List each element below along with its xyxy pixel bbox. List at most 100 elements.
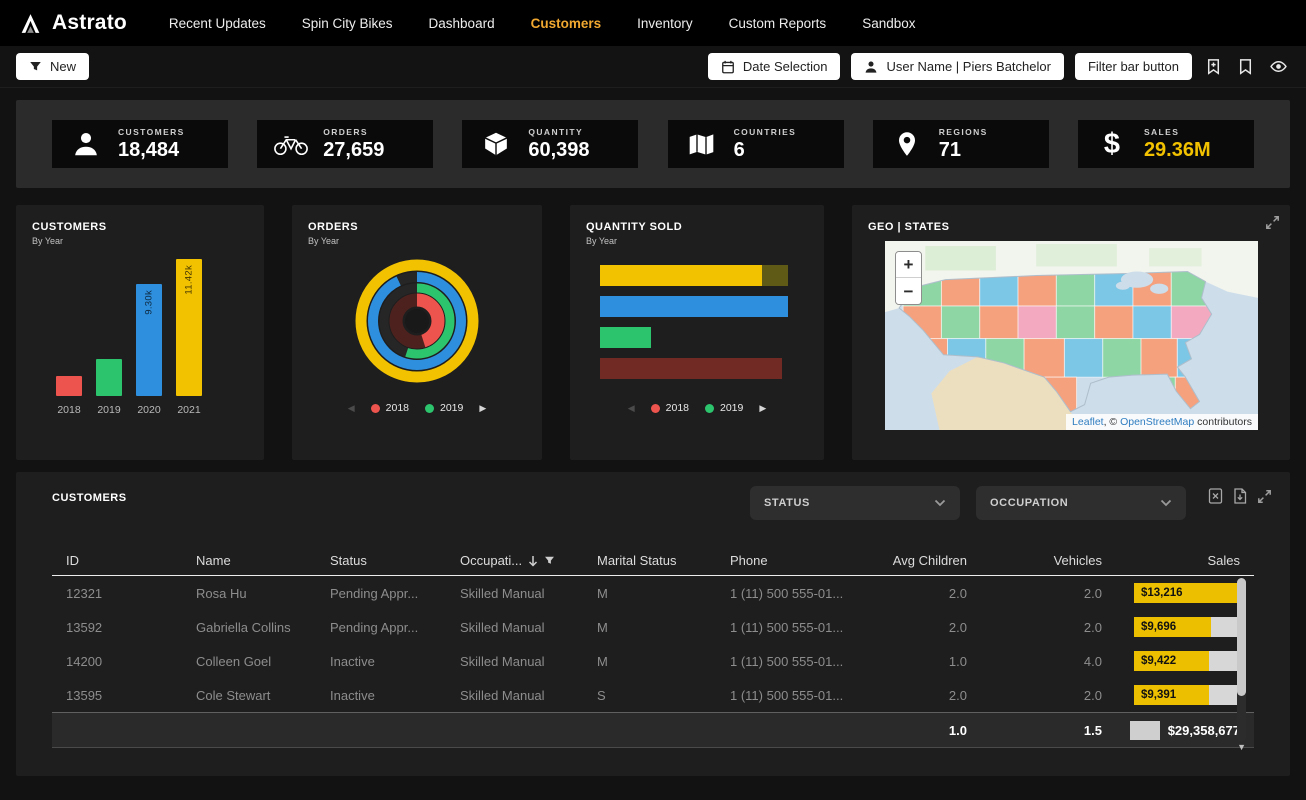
kpi-label: QUANTITY xyxy=(528,127,589,137)
bar-2019[interactable]: 2019 xyxy=(96,242,122,416)
bookmark-add-button[interactable] xyxy=(1203,56,1224,77)
nav-sandbox[interactable]: Sandbox xyxy=(862,16,915,31)
date-selection-button[interactable]: Date Selection xyxy=(708,53,841,80)
bar-2018[interactable]: 2018 xyxy=(56,242,82,416)
legend-next-arrow[interactable]: ▶ xyxy=(759,403,766,414)
kpi-orders[interactable]: ORDERS 27,659 xyxy=(257,120,433,168)
new-filter-button[interactable]: New xyxy=(16,53,89,80)
x-axis-label: 2021 xyxy=(177,404,200,416)
cell-occupation: Skilled Manual xyxy=(460,586,597,601)
kpi-countries[interactable]: COUNTRIES 6 xyxy=(668,120,844,168)
zoom-out-button[interactable]: − xyxy=(896,278,921,304)
export-excel-button[interactable] xyxy=(1208,488,1223,504)
hbar-2021[interactable] xyxy=(600,265,788,286)
filter-bar-button[interactable]: Filter bar button xyxy=(1075,53,1192,80)
kpi-regions[interactable]: REGIONS 71 xyxy=(873,120,1049,168)
table-row[interactable]: 12321Rosa HuPending Appr...Skilled Manua… xyxy=(52,576,1254,610)
leaflet-link[interactable]: Leaflet xyxy=(1072,416,1104,428)
brand[interactable]: Astrato xyxy=(18,11,127,36)
totals-sales: $29,358,677 xyxy=(1102,721,1254,740)
legend-item-2019[interactable]: 2019 xyxy=(705,402,743,414)
legend-dot xyxy=(371,404,380,413)
kpi-value: 29.36M xyxy=(1144,139,1211,162)
cell-sales: $9,696 xyxy=(1102,617,1254,637)
legend-item-2018[interactable]: 2018 xyxy=(371,402,409,414)
col-id[interactable]: ID xyxy=(52,553,196,568)
bar-2020[interactable]: 9.30k 2020 xyxy=(136,242,162,416)
nav-customers[interactable]: Customers xyxy=(531,16,602,31)
cell-occupation: Skilled Manual xyxy=(460,620,597,635)
bar-2021[interactable]: 11.42k2021 xyxy=(176,242,202,416)
customers-by-year-panel: CUSTOMERS By Year 201820199.30k202011.42… xyxy=(16,205,264,460)
table-row[interactable]: 14200Colleen GoelInactiveSkilled ManualM… xyxy=(52,644,1254,678)
scrollbar-thumb[interactable] xyxy=(1237,578,1246,696)
column-filter-icon[interactable] xyxy=(544,555,555,566)
orders-donut-chart[interactable] xyxy=(347,251,487,391)
chevron-down-icon xyxy=(934,499,946,507)
nav-inventory[interactable]: Inventory xyxy=(637,16,693,31)
nav-recent-updates[interactable]: Recent Updates xyxy=(169,16,266,31)
legend-prev-arrow[interactable]: ◀ xyxy=(348,403,355,414)
sales-bar: $13,216 xyxy=(1134,583,1240,603)
col-sales[interactable]: Sales xyxy=(1102,553,1254,568)
cell-vehicles: 2.0 xyxy=(967,688,1102,703)
map-zoom-control: + − xyxy=(895,251,922,305)
scroll-down-arrow[interactable]: ▼ xyxy=(1237,742,1246,752)
cell-marital-status: S xyxy=(597,688,730,703)
cell-avg-children: 2.0 xyxy=(870,620,967,635)
export-file-button[interactable] xyxy=(1233,488,1247,504)
bookmark-button[interactable] xyxy=(1235,56,1256,77)
totals-avg-children: 1.0 xyxy=(870,723,967,738)
sort-descending-icon[interactable] xyxy=(528,555,538,567)
legend-next-arrow[interactable]: ▶ xyxy=(479,403,486,414)
expand-icon[interactable] xyxy=(1265,215,1280,230)
table-title: CUSTOMERS xyxy=(52,492,127,504)
cell-name: Rosa Hu xyxy=(196,586,330,601)
nav-spin-city-bikes[interactable]: Spin City Bikes xyxy=(302,16,393,31)
col-phone[interactable]: Phone xyxy=(730,553,870,568)
bar-value-label: 9.30k xyxy=(144,290,155,315)
col-avg-children[interactable]: Avg Children xyxy=(870,553,967,568)
user-button-label: User Name | Piers Batchelor xyxy=(886,59,1051,74)
zoom-in-button[interactable]: + xyxy=(896,252,921,278)
cell-occupation: Skilled Manual xyxy=(460,688,597,703)
kpi-value: 27,659 xyxy=(323,139,384,162)
kpi-quantity[interactable]: QUANTITY 60,398 xyxy=(462,120,638,168)
totals-vehicles: 1.5 xyxy=(967,723,1102,738)
person-icon xyxy=(68,130,104,158)
col-occupation[interactable]: Occupati... xyxy=(460,553,597,568)
user-button[interactable]: User Name | Piers Batchelor xyxy=(851,53,1064,80)
col-name[interactable]: Name xyxy=(196,553,330,568)
legend-prev-arrow[interactable]: ◀ xyxy=(628,403,635,414)
kpi-customers[interactable]: CUSTOMERS 18,484 xyxy=(52,120,228,168)
toolbar-right: Date Selection User Name | Piers Batchel… xyxy=(708,53,1290,80)
table-row[interactable]: 13595Cole StewartInactiveSkilled ManualS… xyxy=(52,678,1254,712)
new-button-label: New xyxy=(50,59,76,74)
status-filter-dropdown[interactable]: STATUS xyxy=(750,486,960,520)
x-axis-label: 2018 xyxy=(57,404,80,416)
us-states-map xyxy=(885,241,1258,430)
kpi-sales[interactable]: $ SALES 29.36M xyxy=(1078,120,1254,168)
hbar-2019[interactable] xyxy=(600,327,788,348)
eye-button[interactable] xyxy=(1267,56,1290,77)
table-scrollbar[interactable] xyxy=(1237,578,1246,742)
table-totals-row: 1.0 1.5 $29,358,677 xyxy=(52,712,1254,748)
legend-item-2019[interactable]: 2019 xyxy=(425,402,463,414)
col-status[interactable]: Status xyxy=(330,553,460,568)
expand-icon[interactable] xyxy=(1257,489,1272,504)
col-marital-status[interactable]: Marital Status xyxy=(597,553,730,568)
x-axis-label: 2020 xyxy=(137,404,160,416)
cell-avg-children: 2.0 xyxy=(870,586,967,601)
sales-bar: $9,696 xyxy=(1134,617,1240,637)
openstreetmap-link[interactable]: OpenStreetMap xyxy=(1120,416,1194,428)
hbar-2020[interactable] xyxy=(600,296,788,317)
nav-custom-reports[interactable]: Custom Reports xyxy=(729,16,827,31)
occupation-filter-dropdown[interactable]: OCCUPATION xyxy=(976,486,1186,520)
legend-item-2018[interactable]: 2018 xyxy=(651,402,689,414)
table-row[interactable]: 13592Gabriella CollinsPending Appr...Ski… xyxy=(52,610,1254,644)
col-vehicles[interactable]: Vehicles xyxy=(967,553,1102,568)
hbar-2018[interactable] xyxy=(600,358,788,379)
filter-bar-label: Filter bar button xyxy=(1088,59,1179,74)
geo-map[interactable]: + − Leaflet, © OpenStreetMap contributor… xyxy=(885,241,1258,430)
nav-dashboard[interactable]: Dashboard xyxy=(429,16,495,31)
